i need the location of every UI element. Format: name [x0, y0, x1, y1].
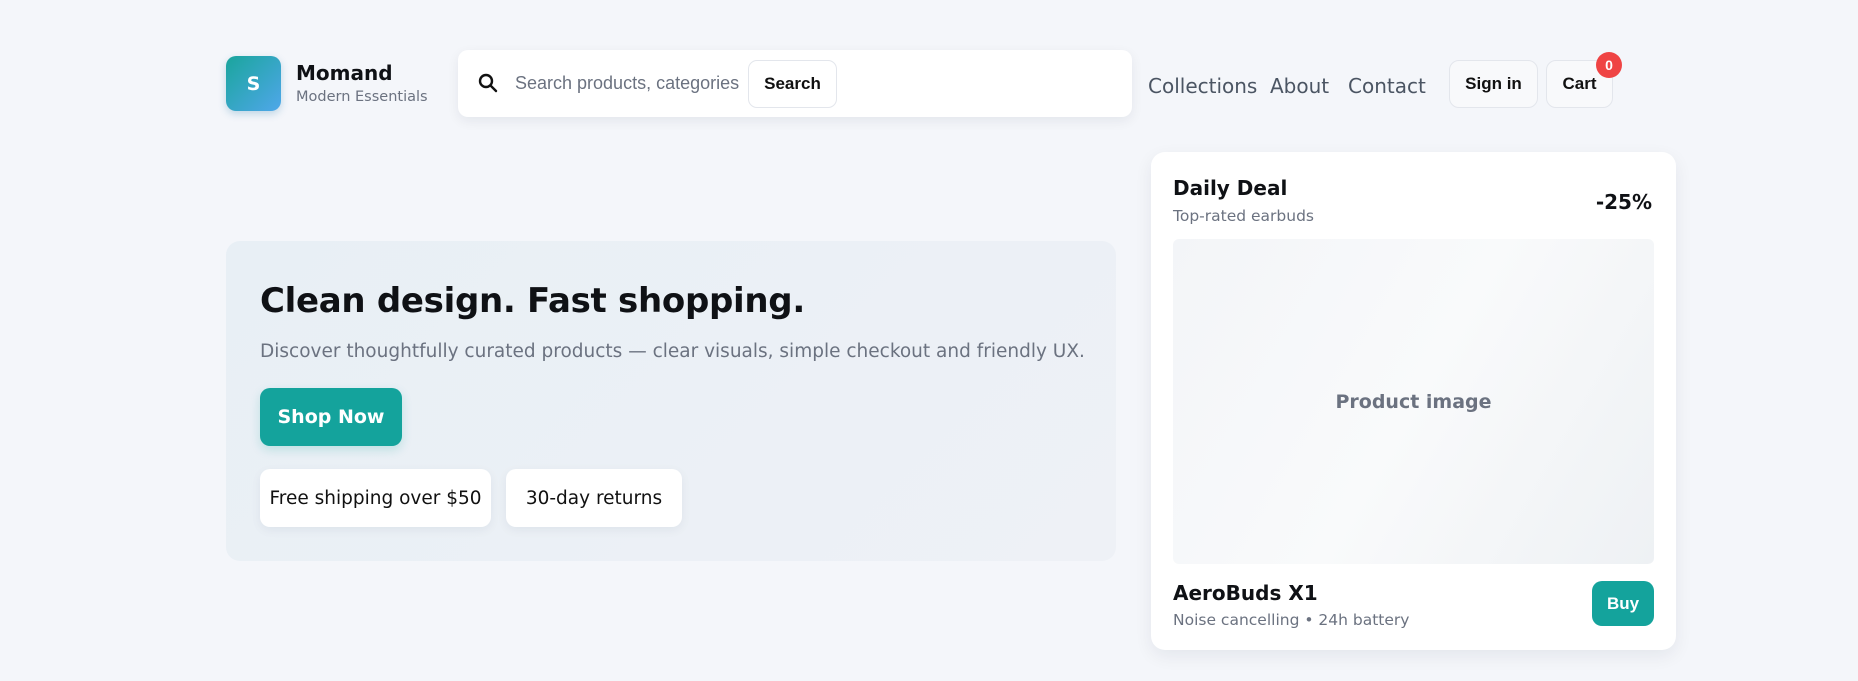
search-button[interactable]: Search: [748, 60, 837, 108]
nav-link-collections[interactable]: Collections: [1148, 74, 1257, 98]
search-icon: [478, 73, 498, 93]
deal-subtitle: Top-rated earbuds: [1173, 207, 1314, 225]
shop-now-button[interactable]: Shop Now: [260, 388, 402, 446]
feature-free-shipping: Free shipping over $50: [260, 469, 491, 527]
cart-count-badge: 0: [1596, 52, 1622, 78]
daily-deal-card: Daily Deal Top-rated earbuds -25% Produc…: [1151, 152, 1676, 650]
search-input[interactable]: [515, 68, 740, 98]
product-description: Noise cancelling • 24h battery: [1173, 611, 1410, 629]
buy-button[interactable]: Buy: [1592, 581, 1654, 626]
brand-logo[interactable]: S: [226, 56, 281, 111]
nav-link-about[interactable]: About: [1270, 74, 1329, 98]
site-header: S Momand Modern Essentials Search Collec…: [0, 0, 1858, 140]
nav-link-contact[interactable]: Contact: [1348, 74, 1426, 98]
deal-title: Daily Deal: [1173, 176, 1288, 200]
search-bar: Search: [458, 50, 1132, 117]
brand-name[interactable]: Momand: [296, 61, 393, 85]
feature-returns: 30-day returns: [506, 469, 682, 527]
hero-subtitle: Discover thoughtfully curated products —…: [260, 341, 1085, 362]
discount-badge: -25%: [1595, 190, 1652, 214]
product-name[interactable]: AeroBuds X1: [1173, 581, 1318, 605]
product-image-label: Product image: [1335, 390, 1492, 413]
hero-title: Clean design. Fast shopping.: [260, 281, 805, 321]
hero-banner: Clean design. Fast shopping. Discover th…: [226, 241, 1116, 561]
product-image[interactable]: Product image: [1173, 239, 1654, 564]
brand-tagline: Modern Essentials: [296, 89, 428, 105]
sign-in-button[interactable]: Sign in: [1449, 60, 1538, 108]
